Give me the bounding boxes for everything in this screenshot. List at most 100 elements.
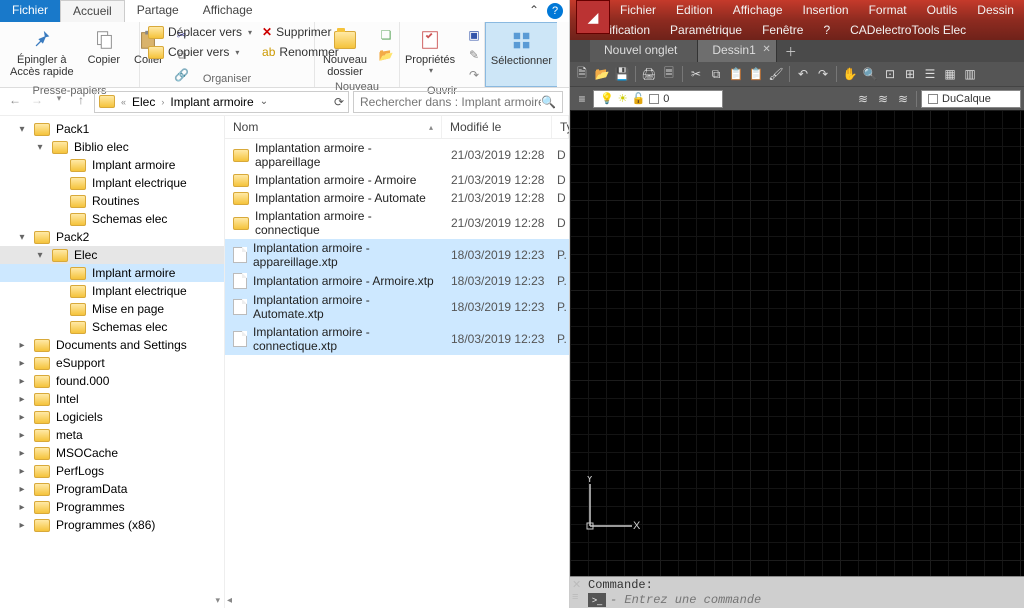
tree-item[interactable]: ▾Pack1 [0,120,224,138]
tree-item[interactable]: ▸PerfLogs [0,462,224,480]
cad-menu-item[interactable]: Paramétrique [660,21,752,39]
tab-home[interactable]: Accueil [60,0,125,22]
tree-item[interactable]: ▸Programmes (x86) [0,516,224,534]
cad-menu-item[interactable]: Insertion [793,1,859,19]
command-input[interactable] [610,593,1020,607]
tree-item[interactable]: ▸found.000 [0,372,224,390]
tree-item[interactable]: Schemas elec [0,210,224,228]
redo-icon[interactable]: ↷ [814,65,832,83]
cad-new-tab-button[interactable]: ＋ [777,40,805,62]
paste-icon[interactable]: 📋 [727,65,745,83]
scroll-left-icon[interactable]: ◂ [227,595,232,606]
chevron-left-icon[interactable]: « [121,97,126,107]
file-row[interactable]: Implantation armoire - connectique.xtp18… [225,323,569,355]
paste-icon[interactable]: 📋 [747,65,765,83]
cut-icon[interactable]: ✂ [687,65,705,83]
file-row[interactable]: Implantation armoire - Automate.xtp18/03… [225,291,569,323]
expand-icon[interactable]: ▸ [16,484,28,495]
cad-menu-item[interactable]: Edition [666,1,723,19]
tool-icon[interactable]: ▥ [961,65,979,83]
tree-item[interactable]: Routines [0,192,224,210]
expand-icon[interactable]: ▾ [34,250,46,261]
breadcrumb-segment[interactable]: Implant armoire [170,95,253,109]
close-icon[interactable]: ✕≡ [570,577,584,604]
tree-item[interactable]: Implant electrique [0,174,224,192]
properties-button[interactable]: Propriétés ▾ [401,24,459,77]
tree-item[interactable]: ▸Logiciels [0,408,224,426]
copy-icon[interactable]: ⧉ [707,65,725,83]
expand-icon[interactable]: ▸ [16,520,28,531]
easy-access-icon[interactable]: 📂 [377,46,395,64]
tree-item[interactable]: Implant electrique [0,282,224,300]
breadcrumb[interactable]: « Elec › Implant armoire ⌄ ⟳ [94,91,349,113]
cad-menu-item[interactable]: Dessin [967,1,1024,19]
cad-menu-item[interactable]: Outils [917,1,968,19]
search-input[interactable] [360,95,541,109]
file-row[interactable]: Implantation armoire - connectique21/03/… [225,207,569,239]
tree-item[interactable]: ▸eSupport [0,354,224,372]
expand-icon[interactable]: ▾ [16,232,28,243]
tab-view[interactable]: Affichage [191,0,265,22]
file-row[interactable]: Implantation armoire - Automate21/03/201… [225,189,569,207]
tree-item[interactable]: ▸MSOCache [0,444,224,462]
tree-item[interactable]: ▾Biblio elec [0,138,224,156]
tree-item[interactable]: ▸Intel [0,390,224,408]
breadcrumb-segment[interactable]: Elec [132,95,155,109]
cad-app-icon[interactable]: ◢ [576,0,610,34]
tree-item[interactable]: Schemas elec [0,318,224,336]
cad-drawing-canvas[interactable]: Y X [570,110,1024,576]
search-icon[interactable]: 🔍 [541,95,556,109]
cad-tab-dessin1[interactable]: Dessin1 ✕ [698,40,776,62]
layer-name-dropdown[interactable]: DuCalque [921,90,1021,108]
expand-icon[interactable]: ▾ [16,124,28,135]
tree-item[interactable]: ▸Programmes [0,498,224,516]
file-list-header[interactable]: Nom ▴ Modifié le Ty [225,116,569,139]
tree-item[interactable]: Mise en page [0,300,224,318]
expand-icon[interactable]: ▸ [16,502,28,513]
select-all-button[interactable]: Sélectionner [487,25,556,69]
zoom-prev-icon[interactable]: ⊞ [901,65,919,83]
nav-forward-button[interactable]: → [28,93,46,111]
ribbon-minimize-icon[interactable]: ⌃ [523,0,545,22]
folder-tree[interactable]: ▾Pack1▾Biblio elecImplant armoireImplant… [0,116,225,608]
tab-file[interactable]: Fichier [0,0,60,22]
expand-icon[interactable]: ▸ [16,448,28,459]
match-prop-icon[interactable]: 🖌 [767,65,785,83]
tree-item[interactable]: Implant armoire [0,156,224,174]
column-modified[interactable]: Modifié le [442,116,552,138]
tree-item[interactable]: ▾Pack2 [0,228,224,246]
open-file-icon[interactable]: 📂 [593,65,611,83]
copy-button[interactable]: Copier [84,24,124,68]
cad-menu-item[interactable]: Fichier [610,1,666,19]
tree-item[interactable]: ▾Elec [0,246,224,264]
cad-menu-item[interactable]: Format [859,1,917,19]
address-dropdown-icon[interactable]: ⌄ [260,96,268,107]
tree-item[interactable]: Implant armoire [0,264,224,282]
column-type[interactable]: Ty [552,116,569,138]
layer-prev-icon[interactable]: ≋ [854,90,872,108]
scroll-down-icon[interactable]: ▾ [215,595,220,606]
help-icon[interactable]: ? [547,3,563,19]
properties-icon[interactable]: ☰ [921,65,939,83]
column-name[interactable]: Nom ▴ [225,116,442,138]
tree-item[interactable]: ▸ProgramData [0,480,224,498]
tab-share[interactable]: Partage [125,0,191,22]
zoom-rt-icon[interactable]: 🔍 [861,65,879,83]
nav-up-button[interactable]: ↑ [72,93,90,111]
pan-icon[interactable]: ✋ [841,65,859,83]
copy-to-button[interactable]: Copier vers▾ [146,44,254,60]
file-row[interactable]: Implantation armoire - Armoire21/03/2019… [225,171,569,189]
expand-icon[interactable]: ▸ [16,430,28,441]
expand-icon[interactable]: ▸ [16,340,28,351]
file-row[interactable]: Implantation armoire - appareillage21/03… [225,139,569,171]
nav-recent-dropdown[interactable]: ▾ [50,93,68,111]
refresh-icon[interactable]: ⟳ [334,95,344,109]
expand-icon[interactable]: ▾ [34,142,46,153]
cad-menu-item[interactable]: ? [813,21,840,39]
open-icon[interactable]: ▣ [465,26,483,44]
pin-quick-access-button[interactable]: Épingler à Accès rapide [6,24,78,80]
layer-manager-icon[interactable]: ≡ [573,90,591,108]
edit-icon[interactable]: ✎ [465,46,483,64]
tool-icon[interactable]: ▦ [941,65,959,83]
cad-menu-item[interactable]: Fenêtre [752,21,813,39]
